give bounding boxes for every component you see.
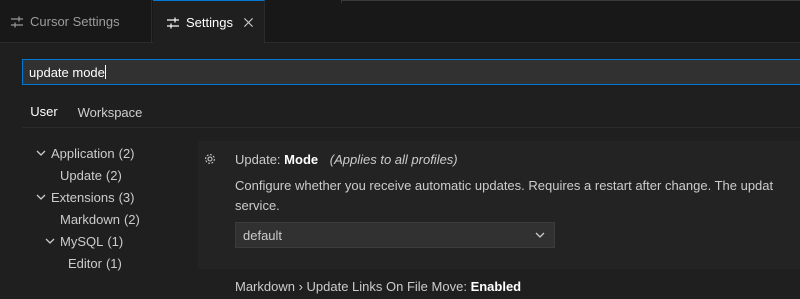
- toc-item-count: (2): [105, 167, 122, 183]
- toc-item-extensions[interactable]: Extensions (3): [34, 186, 134, 208]
- toc-item-editor[interactable]: Editor (1): [68, 252, 122, 274]
- tab-settings-label: Settings: [186, 15, 233, 30]
- setting-description: Configure whether you receive automatic …: [235, 176, 800, 216]
- editor-tab-bar: Cursor Settings Settings: [0, 0, 800, 44]
- tab-user[interactable]: User: [22, 96, 66, 128]
- setting-description-line: service.: [235, 198, 280, 213]
- toc-item-count: (2): [118, 145, 135, 161]
- gear-icon[interactable]: [203, 152, 217, 166]
- tab-workspace[interactable]: Workspace: [72, 96, 148, 128]
- toc-item-label: MySQL: [60, 233, 104, 249]
- toc-item-count: (2): [123, 211, 140, 227]
- tabbar-divider: [341, 0, 800, 3]
- toc-item-label: Extensions: [51, 189, 115, 205]
- toc-item-update[interactable]: Update (2): [60, 164, 122, 186]
- setting-title: Update: Mode (Applies to all profiles): [235, 152, 458, 167]
- settings-search-input[interactable]: update mode: [22, 59, 800, 85]
- toc-item-label: Editor: [68, 255, 102, 271]
- chevron-down-icon: [45, 238, 55, 244]
- chevron-down-icon: [36, 194, 46, 200]
- select-value: default: [243, 227, 283, 243]
- text-caret: [104, 65, 106, 79]
- toc-item-markdown[interactable]: Markdown (2): [60, 208, 140, 230]
- toc-item-label: Update: [60, 167, 102, 183]
- setting-name: Enabled: [470, 279, 522, 294]
- toc-item-application[interactable]: Application (2): [34, 142, 135, 164]
- setting-title-markdown-update-links: Markdown › Update Links On File Move: En…: [235, 279, 521, 294]
- toc-item-count: (1): [105, 255, 122, 271]
- setting-category: Markdown › Update Links On File Move:: [235, 279, 467, 294]
- toc-item-count: (1): [107, 233, 124, 249]
- tab-cursor-settings-label: Cursor Settings: [30, 14, 120, 29]
- toc-item-count: (3): [118, 189, 135, 205]
- toc-item-label: Markdown: [60, 211, 120, 227]
- search-input-text: update mode: [29, 64, 105, 80]
- chevron-down-icon: [36, 150, 46, 156]
- chevron-down-icon: [535, 232, 545, 238]
- update-mode-select[interactable]: default: [235, 222, 555, 248]
- scope-divider: [22, 127, 800, 128]
- tab-cursor-settings[interactable]: Cursor Settings: [0, 0, 152, 43]
- settings-sliders-icon: [167, 17, 179, 28]
- toc-item-mysql[interactable]: MySQL (1): [43, 230, 123, 252]
- tab-settings[interactable]: Settings: [153, 0, 265, 44]
- settings-sliders-icon: [11, 16, 23, 27]
- setting-category: Update:: [235, 152, 281, 167]
- toc-item-label: Application: [51, 145, 115, 161]
- setting-name: Mode: [284, 152, 319, 167]
- close-icon[interactable]: [242, 16, 256, 30]
- setting-scope-note: (Applies to all profiles): [329, 152, 458, 167]
- setting-description-line: Configure whether you receive automatic …: [235, 178, 774, 193]
